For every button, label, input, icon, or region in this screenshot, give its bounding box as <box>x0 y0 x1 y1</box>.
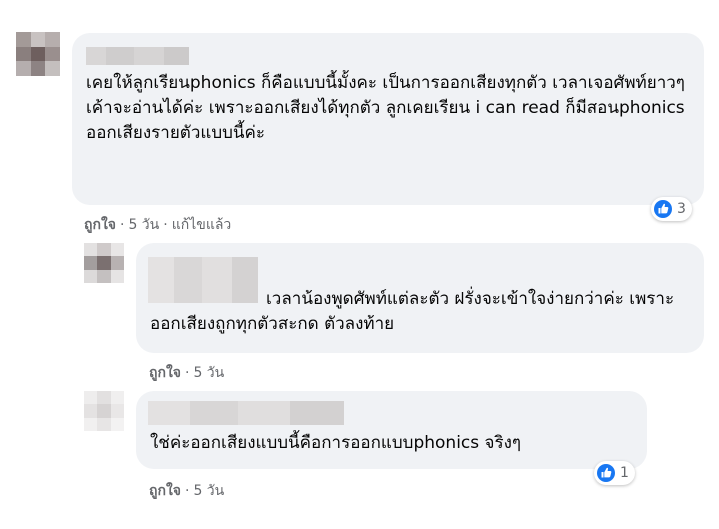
avatar[interactable] <box>84 243 124 283</box>
reaction-summary[interactable]: 3 <box>651 197 692 221</box>
thumbs-up-icon <box>654 200 672 218</box>
redacted-author-name <box>148 401 344 425</box>
reaction-count: 1 <box>620 465 629 481</box>
comment-bubble: เวลาน้องพูดศัพท์แต่ละตัว ฝรั่งจะเข้าใจง่… <box>136 243 704 353</box>
reaction-summary[interactable]: 1 <box>594 461 635 485</box>
comment-actions: ถูกใจ · 5 วัน · แก้ไขแล้ว <box>84 217 232 233</box>
timestamp[interactable]: 5 วัน <box>193 483 224 499</box>
comment-text: ใช่ค่ะออกเสียงแบบนี้คือการออกแบบphonics … <box>150 433 522 453</box>
like-button[interactable]: ถูกใจ <box>149 365 181 381</box>
reaction-count: 3 <box>677 201 686 217</box>
timestamp[interactable]: 5 วัน <box>128 217 159 233</box>
redacted-author-name <box>86 47 189 65</box>
like-button[interactable]: ถูกใจ <box>84 217 116 233</box>
like-button[interactable]: ถูกใจ <box>149 483 181 499</box>
avatar[interactable] <box>16 32 60 76</box>
comment-actions: ถูกใจ · 5 วัน <box>149 365 225 381</box>
edited-label[interactable]: แก้ไขแล้ว <box>172 217 232 233</box>
comment-text: เคยให้ลูกเรียนphonics ก็คือแบบนี้มั้งคะ … <box>86 73 685 143</box>
comment-bubble: ใช่ค่ะออกเสียงแบบนี้คือการออกแบบphonics … <box>136 391 647 469</box>
timestamp[interactable]: 5 วัน <box>193 365 224 381</box>
comment-actions: ถูกใจ · 5 วัน <box>149 483 225 499</box>
avatar[interactable] <box>84 391 124 431</box>
comment-bubble: เคยให้ลูกเรียนphonics ก็คือแบบนี้มั้งคะ … <box>72 33 704 205</box>
thumbs-up-icon <box>597 464 615 482</box>
comment-text: เวลาน้องพูดศัพท์แต่ละตัว ฝรั่งจะเข้าใจง่… <box>150 289 675 334</box>
